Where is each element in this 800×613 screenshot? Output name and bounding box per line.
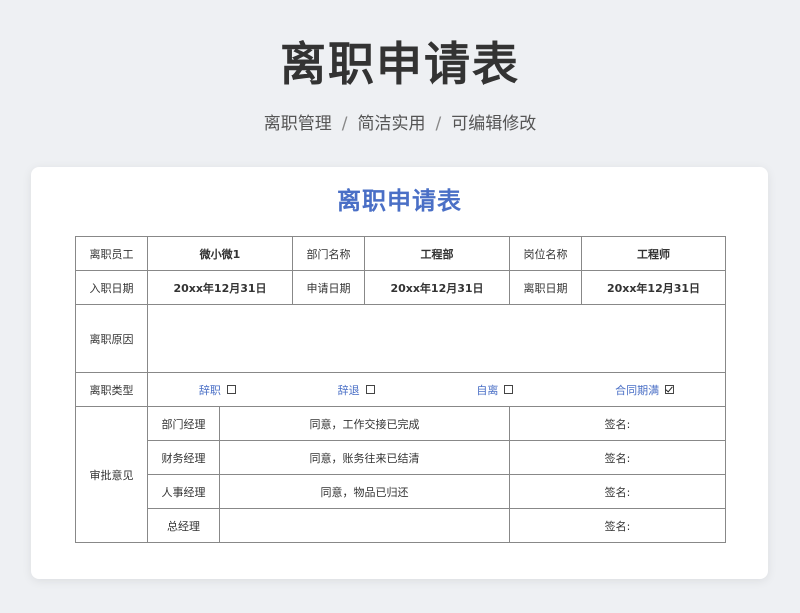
approval-opinion[interactable]: [219, 508, 510, 543]
approval-opinion[interactable]: 同意，物品已归还: [219, 474, 510, 509]
page-subtitle: 离职管理 / 简洁实用 / 可编辑修改: [0, 112, 800, 136]
subtitle-separator: /: [341, 114, 348, 134]
leave-date-label: 离职日期: [509, 270, 582, 305]
checkbox[interactable]: [504, 385, 514, 394]
type-option-resign[interactable]: 辞职: [199, 382, 236, 398]
approval-signature[interactable]: 签名:: [509, 508, 726, 543]
type-option-label: 辞退: [337, 383, 360, 397]
leave-date-value[interactable]: 20xx年12月31日: [581, 270, 726, 305]
approval-signature[interactable]: 签名:: [509, 406, 726, 441]
reason-label: 离职原因: [75, 304, 148, 373]
page-title: 离职申请表: [280, 37, 520, 91]
form-title: 离职申请表: [337, 187, 462, 215]
type-option-label: 合同期满: [615, 383, 660, 397]
type-option-self-leave[interactable]: 自离: [476, 382, 514, 398]
checkbox[interactable]: [365, 385, 375, 394]
dept-value[interactable]: 工程部: [364, 236, 510, 271]
approval-signature[interactable]: 签名:: [509, 440, 726, 475]
type-option-dismiss[interactable]: 辞退: [338, 382, 375, 398]
approval-role: 总经理: [147, 508, 220, 543]
apply-date-label: 申请日期: [292, 270, 365, 305]
subtitle-separator: /: [435, 114, 442, 134]
type-options: 辞职 辞退 自离 合同期满: [147, 372, 726, 407]
entry-date-value[interactable]: 20xx年12月31日: [147, 270, 293, 305]
approval-role: 人事经理: [147, 474, 220, 509]
subtitle-part: 可编辑修改: [451, 114, 537, 134]
employee-value[interactable]: 微小微1: [147, 236, 293, 271]
type-option-label: 自离: [476, 383, 499, 397]
subtitle-part: 离职管理: [263, 114, 332, 134]
table-row: 人事经理 同意，物品已归还 签名:: [76, 474, 726, 509]
table-row: 总经理 签名:: [76, 508, 726, 543]
checkbox[interactable]: [226, 385, 236, 394]
approval-opinion[interactable]: 同意，工作交接已完成: [219, 406, 510, 441]
subtitle-part: 简洁实用: [357, 114, 426, 134]
table-row: 离职类型 辞职 辞退 自离 合同期满: [75, 372, 726, 407]
reason-field[interactable]: [147, 304, 726, 373]
approval-opinion[interactable]: 同意，账务往来已结清: [219, 440, 510, 475]
checkbox-checked[interactable]: [665, 385, 675, 394]
table-row: 财务经理 同意，账务往来已结清 签名:: [76, 440, 726, 475]
table-row: 审批意见 部门经理 同意，工作交接已完成 签名:: [75, 406, 726, 543]
post-value[interactable]: 工程师: [581, 236, 726, 271]
type-label: 离职类型: [75, 372, 148, 407]
approval-role: 部门经理: [147, 406, 220, 441]
approval-label: 审批意见: [75, 406, 148, 543]
approval-role: 财务经理: [147, 440, 220, 475]
resignation-form-table: 离职员工 微小微1 部门名称 工程部 岗位名称 工程师 入职日期 20xx年12…: [75, 236, 726, 543]
entry-date-label: 入职日期: [75, 270, 148, 305]
table-row: 入职日期 20xx年12月31日 申请日期 20xx年12月31日 离职日期 2…: [75, 270, 726, 305]
table-row: 离职原因: [75, 304, 726, 373]
table-row: 离职员工 微小微1 部门名称 工程部 岗位名称 工程师: [75, 236, 726, 271]
form-card: 离职申请表 离职员工 微小微1 部门名称 工程部 岗位名称 工程师 入职日期 2…: [31, 167, 768, 579]
type-option-contract-expiry[interactable]: 合同期满: [615, 382, 675, 398]
approval-signature[interactable]: 签名:: [509, 474, 726, 509]
apply-date-value[interactable]: 20xx年12月31日: [364, 270, 510, 305]
dept-label: 部门名称: [292, 236, 365, 271]
post-label: 岗位名称: [509, 236, 582, 271]
employee-label: 离职员工: [75, 236, 148, 271]
type-option-label: 辞职: [198, 383, 221, 397]
